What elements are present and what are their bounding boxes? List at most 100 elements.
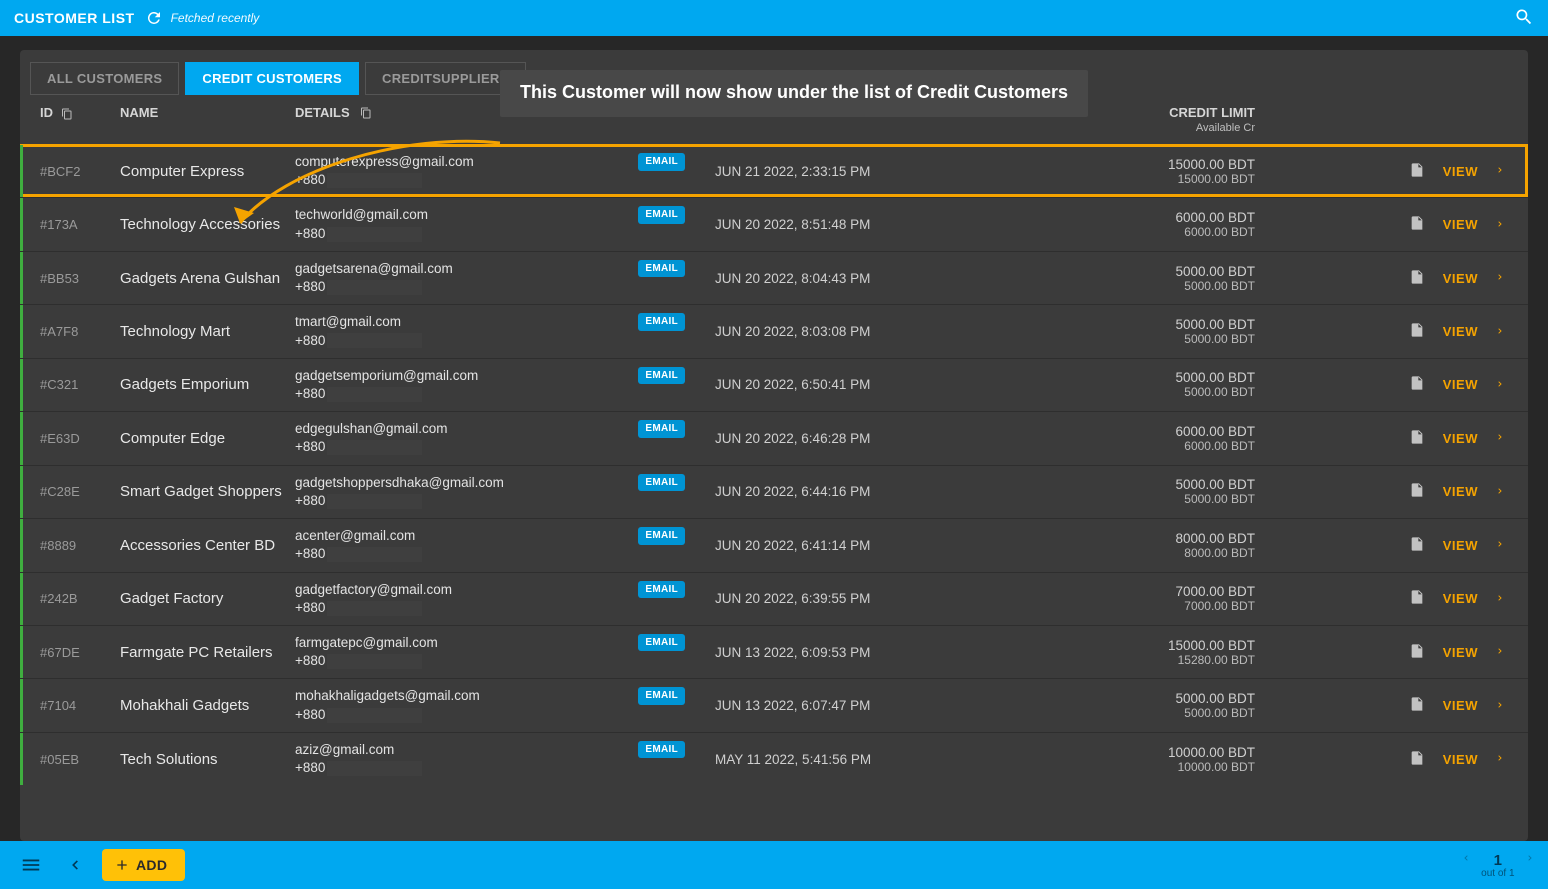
refresh-button[interactable]: [145, 9, 163, 27]
table-row[interactable]: #242BGadget Factorygadgetfactory@gmail.c…: [20, 572, 1528, 625]
table-row[interactable]: #173ATechnology Accessoriestechworld@gma…: [20, 197, 1528, 250]
report-icon[interactable]: [1409, 374, 1425, 395]
cell-id: #BCF2: [40, 164, 120, 179]
chevron-right-icon[interactable]: [1496, 270, 1504, 286]
cell-details: acenter@gmail.com+880EMAIL: [295, 527, 715, 563]
cell-details: tmart@gmail.com+880EMAIL: [295, 313, 715, 349]
email-chip[interactable]: EMAIL: [638, 367, 685, 385]
report-icon[interactable]: [1409, 588, 1425, 609]
view-link[interactable]: VIEW: [1443, 431, 1478, 446]
row-indicator: [20, 305, 23, 357]
tab-all-customers[interactable]: ALL CUSTOMERS: [30, 62, 179, 95]
row-indicator: [20, 733, 23, 785]
cell-name: Mohakhali Gadgets: [120, 697, 295, 714]
view-link[interactable]: VIEW: [1443, 591, 1478, 606]
add-button[interactable]: ADD: [102, 849, 185, 881]
view-link[interactable]: VIEW: [1443, 484, 1478, 499]
cell-id: #67DE: [40, 645, 120, 660]
report-icon[interactable]: [1409, 428, 1425, 449]
menu-button[interactable]: [14, 848, 48, 882]
report-icon[interactable]: [1409, 695, 1425, 716]
report-icon[interactable]: [1409, 214, 1425, 235]
search-button[interactable]: [1514, 7, 1534, 30]
table-row[interactable]: #C28ESmart Gadget Shoppersgadgetshoppers…: [20, 465, 1528, 518]
table-row[interactable]: #67DEFarmgate PC Retailersfarmgatepc@gma…: [20, 625, 1528, 678]
cell-phone: +880: [295, 492, 715, 510]
cell-name: Tech Solutions: [120, 751, 295, 768]
view-link[interactable]: VIEW: [1443, 217, 1478, 232]
email-chip[interactable]: EMAIL: [638, 527, 685, 545]
cell-name: Gadget Factory: [120, 590, 295, 607]
report-icon[interactable]: [1409, 161, 1425, 182]
chevron-right-icon[interactable]: [1496, 377, 1504, 393]
cell-actions: VIEW: [1255, 588, 1518, 609]
row-indicator: [20, 198, 23, 250]
table-row[interactable]: #C321Gadgets Emporiumgadgetsemporium@gma…: [20, 358, 1528, 411]
report-icon[interactable]: [1409, 535, 1425, 556]
chevron-right-icon[interactable]: [1496, 163, 1504, 179]
cell-name: Technology Accessories: [120, 216, 295, 233]
tab-credit-customers[interactable]: CREDIT CUSTOMERS: [185, 62, 359, 95]
back-button[interactable]: [58, 848, 92, 882]
cell-name: Smart Gadget Shoppers: [120, 483, 295, 500]
view-link[interactable]: VIEW: [1443, 698, 1478, 713]
page-prev[interactable]: [1462, 851, 1470, 869]
cell-created: JUN 20 2022, 6:41:14 PM: [715, 538, 1055, 553]
chevron-right-icon[interactable]: [1496, 591, 1504, 607]
redacted: [327, 280, 422, 295]
email-chip[interactable]: EMAIL: [638, 260, 685, 278]
col-id[interactable]: ID: [40, 105, 120, 120]
table-row[interactable]: #7104Mohakhali Gadgetsmohakhaligadgets@g…: [20, 678, 1528, 731]
view-link[interactable]: VIEW: [1443, 752, 1478, 767]
view-link[interactable]: VIEW: [1443, 324, 1478, 339]
table-row[interactable]: #E63DComputer Edgeedgegulshan@gmail.com+…: [20, 411, 1528, 464]
chevron-right-icon[interactable]: [1496, 537, 1504, 553]
email-chip[interactable]: EMAIL: [638, 634, 685, 652]
cell-name: Technology Mart: [120, 323, 295, 340]
cell-created: JUN 20 2022, 8:04:43 PM: [715, 271, 1055, 286]
cell-phone: +880: [295, 385, 715, 403]
chevron-right-icon[interactable]: [1496, 217, 1504, 233]
page-next[interactable]: [1526, 851, 1534, 869]
cell-actions: VIEW: [1255, 749, 1518, 770]
email-chip[interactable]: EMAIL: [638, 420, 685, 438]
table-row[interactable]: #BCF2Computer Expresscomputerexpress@gma…: [20, 144, 1528, 197]
chevron-right-icon[interactable]: [1496, 698, 1504, 714]
table-row[interactable]: #8889Accessories Center BDacenter@gmail.…: [20, 518, 1528, 571]
email-chip[interactable]: EMAIL: [638, 474, 685, 492]
report-icon[interactable]: [1409, 749, 1425, 770]
cell-details: computerexpress@gmail.com+880EMAIL: [295, 153, 715, 189]
cell-id: #E63D: [40, 431, 120, 446]
view-link[interactable]: VIEW: [1443, 271, 1478, 286]
email-chip[interactable]: EMAIL: [638, 581, 685, 599]
top-bar: CUSTOMER LIST Fetched recently: [0, 0, 1548, 36]
cell-credit: 6000.00 BDT6000.00 BDT: [1055, 424, 1255, 453]
chevron-right-icon[interactable]: [1496, 324, 1504, 340]
chevron-right-icon[interactable]: [1496, 430, 1504, 446]
cell-actions: VIEW: [1255, 268, 1518, 289]
view-link[interactable]: VIEW: [1443, 164, 1478, 179]
panel-scroll[interactable]: ALL CUSTOMERSCREDIT CUSTOMERSCREDITSUPPL…: [20, 50, 1528, 841]
report-icon[interactable]: [1409, 642, 1425, 663]
chevron-right-icon[interactable]: [1496, 751, 1504, 767]
email-chip[interactable]: EMAIL: [638, 741, 685, 759]
table-row[interactable]: #A7F8Technology Marttmart@gmail.com+880E…: [20, 304, 1528, 357]
report-icon[interactable]: [1409, 481, 1425, 502]
col-name[interactable]: NAME: [120, 105, 295, 120]
table-row[interactable]: #05EBTech Solutionsaziz@gmail.com+880EMA…: [20, 732, 1528, 785]
cell-created: MAY 11 2022, 5:41:56 PM: [715, 752, 1055, 767]
email-chip[interactable]: EMAIL: [638, 206, 685, 224]
view-link[interactable]: VIEW: [1443, 377, 1478, 392]
report-icon[interactable]: [1409, 321, 1425, 342]
chevron-right-icon[interactable]: [1496, 484, 1504, 500]
cell-phone: +880: [295, 438, 715, 456]
chevron-right-icon[interactable]: [1496, 644, 1504, 660]
view-link[interactable]: VIEW: [1443, 538, 1478, 553]
email-chip[interactable]: EMAIL: [638, 153, 685, 171]
table-row[interactable]: #BB53Gadgets Arena Gulshangadgetsarena@g…: [20, 251, 1528, 304]
email-chip[interactable]: EMAIL: [638, 687, 685, 705]
view-link[interactable]: VIEW: [1443, 645, 1478, 660]
report-icon[interactable]: [1409, 268, 1425, 289]
redacted: [327, 654, 422, 669]
email-chip[interactable]: EMAIL: [638, 313, 685, 331]
